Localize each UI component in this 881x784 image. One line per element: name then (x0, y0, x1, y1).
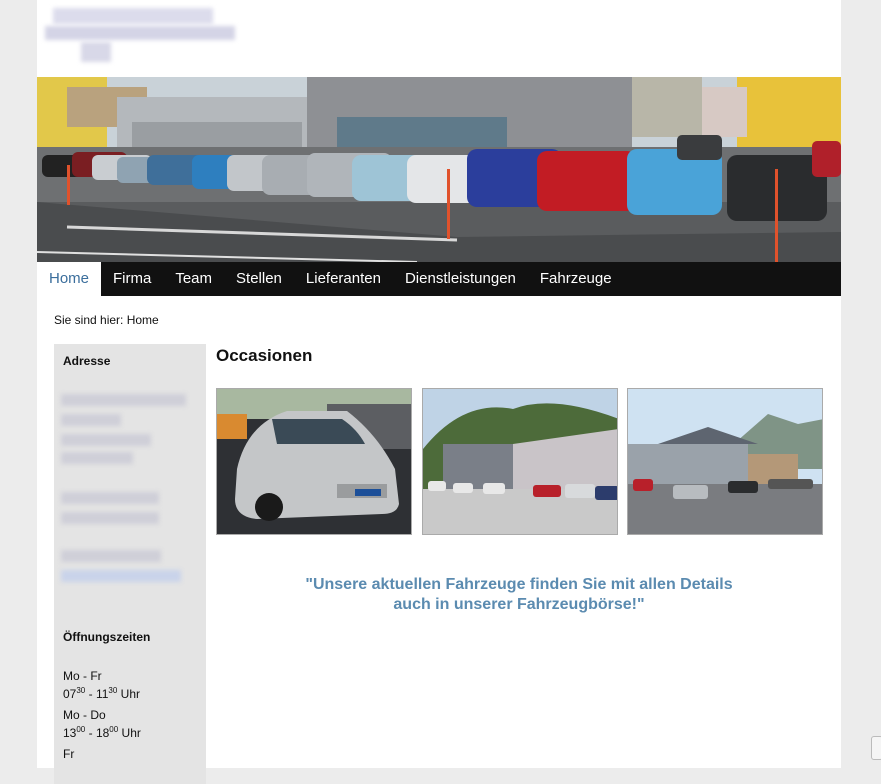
hours-time-morning: 0730 - 1130 Uhr (63, 686, 140, 701)
address-redacted (61, 394, 186, 406)
site-logo[interactable] (41, 0, 241, 70)
address-heading: Adresse (63, 354, 111, 368)
hours-day-mo-do: Mo - Do (63, 708, 106, 722)
nav-item-team[interactable]: Team (163, 262, 224, 296)
scroll-indicator[interactable] (871, 736, 881, 760)
nav-item-dienstleistungen[interactable]: Dienstleistungen (393, 262, 528, 296)
hours-heading: Öffnungszeiten (63, 630, 151, 644)
hours-time-afternoon: 1300 - 1800 Uhr (63, 725, 141, 740)
main-navigation: Home Firma Team Stellen Lieferanten Dien… (37, 262, 841, 296)
nav-item-lieferanten[interactable]: Lieferanten (294, 262, 393, 296)
nav-item-home[interactable]: Home (37, 262, 102, 296)
car-dealership-photo (37, 77, 841, 262)
hours-day-mo-fr: Mo - Fr (63, 669, 102, 683)
breadcrumb: Sie sind hier: Home (54, 313, 159, 327)
photo-dealership-building[interactable] (422, 388, 618, 535)
photo-silver-suv[interactable] (216, 388, 412, 535)
email-redacted (61, 550, 161, 562)
sidebar: Adresse Öffnungszeiten Mo - Fr 0730 - 11… (54, 344, 206, 784)
nav-item-fahrzeuge[interactable]: Fahrzeuge (528, 262, 624, 296)
page-title: Occasionen (216, 346, 313, 365)
photo-dealership-lot[interactable] (627, 388, 823, 535)
page: Home Firma Team Stellen Lieferanten Dien… (37, 0, 841, 784)
nav-item-firma[interactable]: Firma (101, 262, 163, 296)
nav-item-stellen[interactable]: Stellen (224, 262, 294, 296)
hours-day-fr: Fr (63, 747, 75, 761)
fahrzeugboerse-link[interactable]: "Unsere aktuellen Fahrzeuge finden Sie m… (216, 575, 822, 615)
phone-redacted (61, 492, 159, 504)
hero-banner-photo (37, 77, 841, 262)
